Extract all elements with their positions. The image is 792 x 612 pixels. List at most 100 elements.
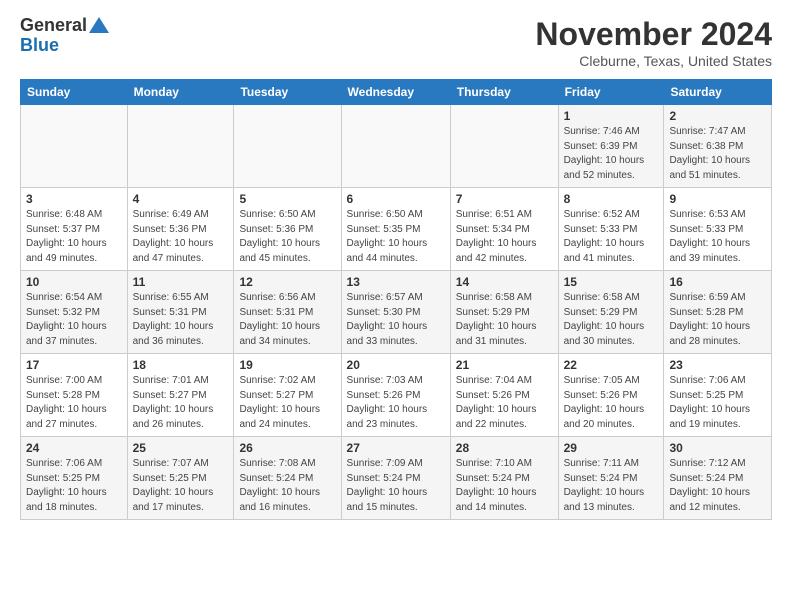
logo-blue: Blue [20,36,59,56]
calendar-cell: 15 Sunrise: 6:58 AMSunset: 5:29 PMDayligh… [558,271,664,354]
day-number: 20 [347,358,445,372]
day-info: Sunrise: 7:08 AMSunset: 5:24 PMDaylight:… [239,457,335,515]
calendar-cell: 4 Sunrise: 6:49 AMSunset: 5:36 PMDaylight… [127,188,234,271]
day-info: Sunrise: 7:05 AMSunset: 5:26 PMDaylight:… [564,374,659,432]
calendar-cell: 5 Sunrise: 6:50 AMSunset: 5:36 PMDaylight… [234,188,341,271]
day-info: Sunrise: 7:47 AMSunset: 6:38 PMDaylight:… [669,125,766,183]
day-info: Sunrise: 7:11 AMSunset: 5:24 PMDaylight:… [564,457,659,515]
col-saturday: Saturday [664,80,772,105]
calendar-cell: 23Sunrise: 7:06 AMSunset: 5:25 PMDayligh… [664,354,772,437]
day-number: 10 [26,275,122,289]
col-tuesday: Tuesday [234,80,341,105]
calendar-cell: 16 Sunrise: 6:59 AMSunset: 5:28 PMDayligh… [664,271,772,354]
header-row: Sunday Monday Tuesday Wednesday Thursday… [21,80,772,105]
calendar-cell: 3 Sunrise: 6:48 AMSunset: 5:37 PMDaylight… [21,188,128,271]
day-info: Sunrise: 6:52 AMSunset: 5:33 PMDaylight:… [564,208,659,266]
day-number: 21 [456,358,553,372]
calendar-cell [21,105,128,188]
calendar-cell: 30 Sunrise: 7:12 AMSunset: 5:24 PMDayligh… [664,437,772,520]
day-number: 4 [133,192,229,206]
day-info: Sunrise: 7:46 AMSunset: 6:39 PMDaylight:… [564,125,659,183]
day-number: 25 [133,441,229,455]
calendar-cell: 26Sunrise: 7:08 AMSunset: 5:24 PMDayligh… [234,437,341,520]
calendar-cell: 10 Sunrise: 6:54 AMSunset: 5:32 PMDayligh… [21,271,128,354]
day-number: 14 [456,275,553,289]
calendar-cell: 13Sunrise: 6:57 AMSunset: 5:30 PMDayligh… [341,271,450,354]
day-number: 12 [239,275,335,289]
day-number: 15 [564,275,659,289]
col-friday: Friday [558,80,664,105]
calendar-cell: 14 Sunrise: 6:58 AMSunset: 5:29 PMDayligh… [450,271,558,354]
calendar-cell: 24 Sunrise: 7:06 AMSunset: 5:25 PMDayligh… [21,437,128,520]
day-info: Sunrise: 6:48 AMSunset: 5:37 PMDaylight:… [26,208,122,266]
day-number: 18 [133,358,229,372]
day-number: 22 [564,358,659,372]
day-number: 24 [26,441,122,455]
calendar-week-3: 10 Sunrise: 6:54 AMSunset: 5:32 PMDayligh… [21,271,772,354]
day-info: Sunrise: 6:50 AMSunset: 5:35 PMDaylight:… [347,208,445,266]
day-info: Sunrise: 7:01 AMSunset: 5:27 PMDaylight:… [133,374,229,432]
day-number: 9 [669,192,766,206]
calendar-cell: 9 Sunrise: 6:53 AMSunset: 5:33 PMDaylight… [664,188,772,271]
header-section: General Blue November 2024 Cleburne, Tex… [20,16,772,69]
day-number: 28 [456,441,553,455]
day-info: Sunrise: 6:59 AMSunset: 5:28 PMDaylight:… [669,291,766,349]
calendar-cell: 17 Sunrise: 7:00 AMSunset: 5:28 PMDayligh… [21,354,128,437]
day-number: 3 [26,192,122,206]
month-title: November 2024 [535,16,772,53]
calendar-cell: 8 Sunrise: 6:52 AMSunset: 5:33 PMDaylight… [558,188,664,271]
calendar-week-2: 3 Sunrise: 6:48 AMSunset: 5:37 PMDaylight… [21,188,772,271]
day-number: 23 [669,358,766,372]
day-info: Sunrise: 7:07 AMSunset: 5:25 PMDaylight:… [133,457,229,515]
day-number: 16 [669,275,766,289]
logo: General Blue [20,16,109,56]
calendar-cell: 7 Sunrise: 6:51 AMSunset: 5:34 PMDaylight… [450,188,558,271]
logo-general: General [20,16,87,36]
day-info: Sunrise: 6:58 AMSunset: 5:29 PMDaylight:… [456,291,553,349]
day-info: Sunrise: 7:04 AMSunset: 5:26 PMDaylight:… [456,374,553,432]
day-info: Sunrise: 7:10 AMSunset: 5:24 PMDaylight:… [456,457,553,515]
day-number: 13 [347,275,445,289]
calendar-cell [450,105,558,188]
calendar-cell: 21 Sunrise: 7:04 AMSunset: 5:26 PMDayligh… [450,354,558,437]
main-container: General Blue November 2024 Cleburne, Tex… [0,0,792,530]
calendar-cell: 28 Sunrise: 7:10 AMSunset: 5:24 PMDayligh… [450,437,558,520]
day-info: Sunrise: 7:12 AMSunset: 5:24 PMDaylight:… [669,457,766,515]
day-info: Sunrise: 6:56 AMSunset: 5:31 PMDaylight:… [239,291,335,349]
day-number: 29 [564,441,659,455]
col-thursday: Thursday [450,80,558,105]
day-info: Sunrise: 6:51 AMSunset: 5:34 PMDaylight:… [456,208,553,266]
calendar-cell [341,105,450,188]
day-info: Sunrise: 7:02 AMSunset: 5:27 PMDaylight:… [239,374,335,432]
day-info: Sunrise: 6:54 AMSunset: 5:32 PMDaylight:… [26,291,122,349]
calendar-cell: 18 Sunrise: 7:01 AMSunset: 5:27 PMDayligh… [127,354,234,437]
day-number: 5 [239,192,335,206]
day-info: Sunrise: 7:00 AMSunset: 5:28 PMDaylight:… [26,374,122,432]
day-number: 17 [26,358,122,372]
col-wednesday: Wednesday [341,80,450,105]
day-info: Sunrise: 7:06 AMSunset: 5:25 PMDaylight:… [26,457,122,515]
location-text: Cleburne, Texas, United States [535,53,772,69]
day-number: 7 [456,192,553,206]
calendar-week-4: 17 Sunrise: 7:00 AMSunset: 5:28 PMDayligh… [21,354,772,437]
day-info: Sunrise: 6:49 AMSunset: 5:36 PMDaylight:… [133,208,229,266]
day-info: Sunrise: 6:55 AMSunset: 5:31 PMDaylight:… [133,291,229,349]
calendar-table: Sunday Monday Tuesday Wednesday Thursday… [20,79,772,520]
day-info: Sunrise: 7:09 AMSunset: 5:24 PMDaylight:… [347,457,445,515]
calendar-cell: 2Sunrise: 7:47 AMSunset: 6:38 PMDaylight… [664,105,772,188]
day-number: 6 [347,192,445,206]
calendar-week-1: 1Sunrise: 7:46 AMSunset: 6:39 PMDaylight… [21,105,772,188]
day-number: 19 [239,358,335,372]
calendar-cell: 20 Sunrise: 7:03 AMSunset: 5:26 PMDayligh… [341,354,450,437]
calendar-cell: 29 Sunrise: 7:11 AMSunset: 5:24 PMDayligh… [558,437,664,520]
calendar-cell: 1Sunrise: 7:46 AMSunset: 6:39 PMDaylight… [558,105,664,188]
day-number: 8 [564,192,659,206]
day-info: Sunrise: 7:03 AMSunset: 5:26 PMDaylight:… [347,374,445,432]
day-info: Sunrise: 6:58 AMSunset: 5:29 PMDaylight:… [564,291,659,349]
day-number: 30 [669,441,766,455]
calendar-cell: 11Sunrise: 6:55 AMSunset: 5:31 PMDayligh… [127,271,234,354]
calendar-cell: 6 Sunrise: 6:50 AMSunset: 5:35 PMDaylight… [341,188,450,271]
day-info: Sunrise: 6:50 AMSunset: 5:36 PMDaylight:… [239,208,335,266]
day-info: Sunrise: 6:53 AMSunset: 5:33 PMDaylight:… [669,208,766,266]
calendar-cell: 12 Sunrise: 6:56 AMSunset: 5:31 PMDayligh… [234,271,341,354]
